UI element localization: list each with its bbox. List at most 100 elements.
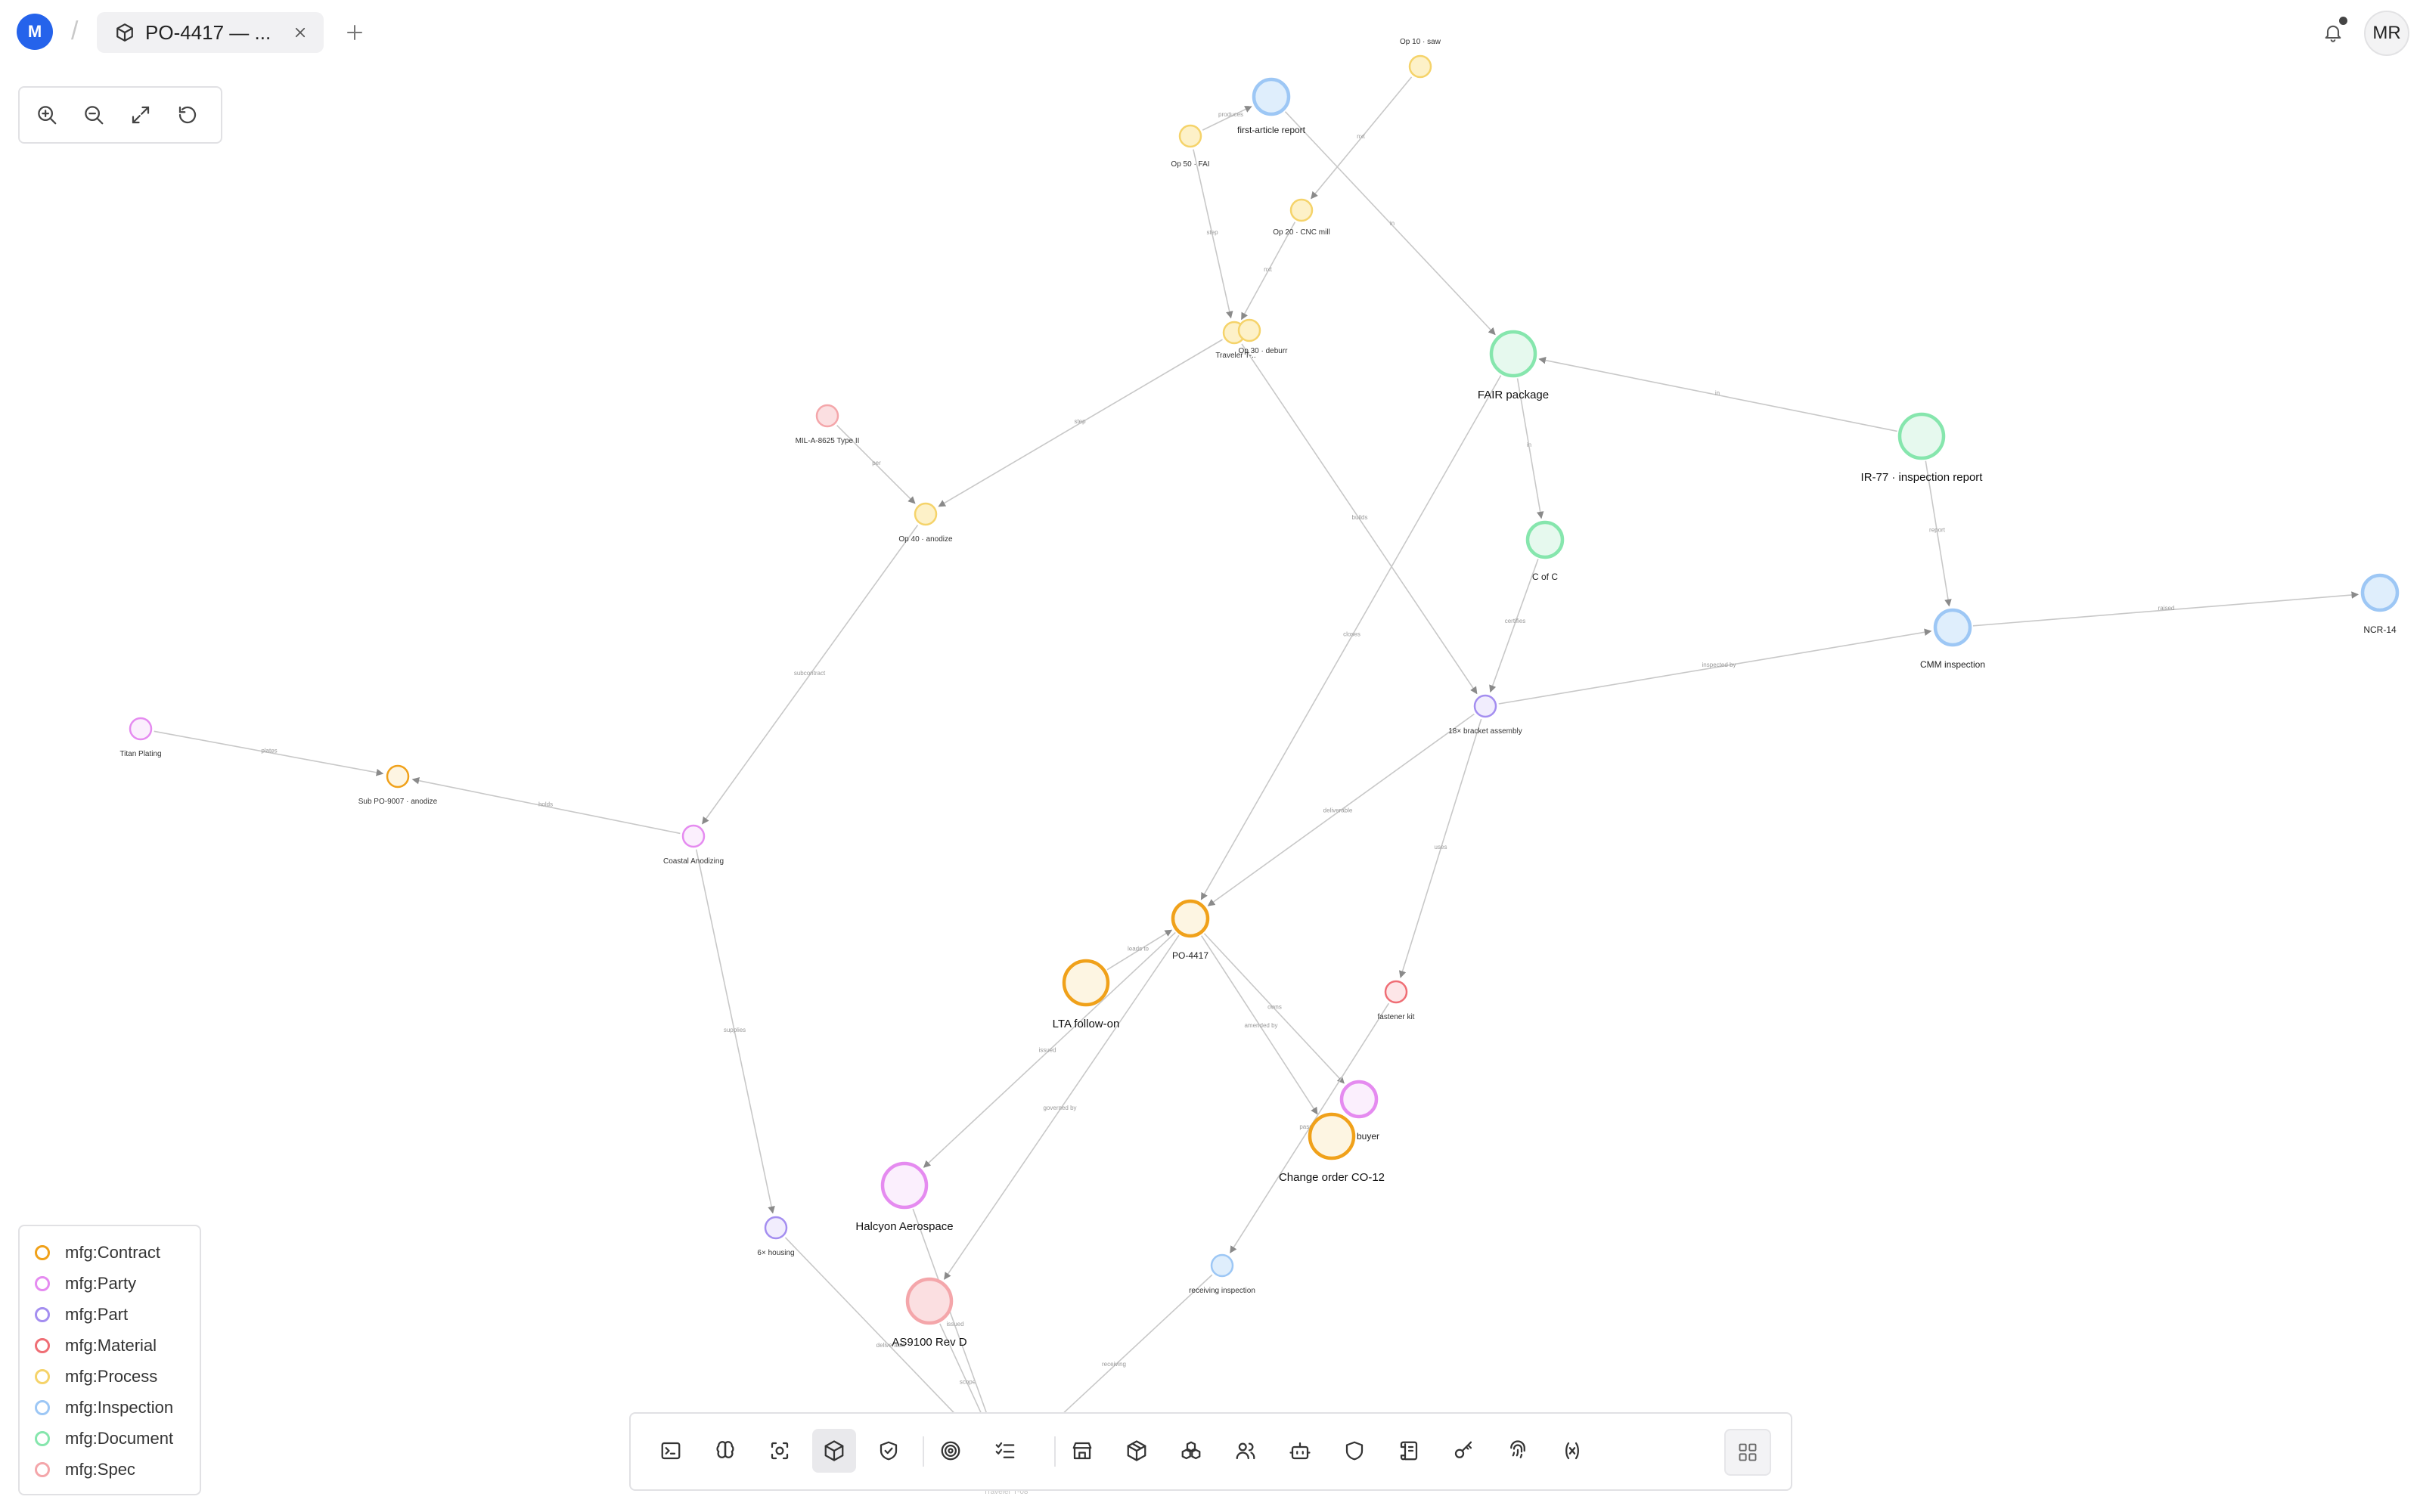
terminal-button[interactable] (649, 1429, 693, 1473)
node-op50[interactable]: Op 50 · FAI (1171, 124, 1210, 169)
node-op40[interactable]: Op 40 · anodize (898, 502, 953, 544)
node-lta[interactable]: LTA follow-on (1053, 959, 1120, 1030)
scroll-button[interactable] (1387, 1429, 1431, 1473)
legend-item-spec[interactable]: mfg:Spec (20, 1454, 200, 1485)
node-label: LTA follow-on (1053, 1018, 1120, 1030)
node-circle[interactable] (1210, 1253, 1234, 1278)
node-circle[interactable] (1933, 608, 1972, 647)
node-circle[interactable] (1308, 1112, 1356, 1160)
users-button[interactable] (1224, 1429, 1267, 1473)
node-circle[interactable] (1525, 520, 1565, 559)
reset-icon (178, 106, 197, 124)
cube-button[interactable] (812, 1429, 856, 1473)
scan-face-button[interactable] (758, 1429, 802, 1473)
close-icon[interactable] (290, 23, 310, 42)
new-tab-button[interactable] (339, 17, 371, 48)
node-ir77[interactable]: IR-77 · inspection report (1861, 412, 1984, 484)
edge-cofc-bracket[interactable] (1489, 559, 1539, 693)
node-circle[interactable] (681, 824, 706, 848)
fingerprint-button[interactable] (1496, 1429, 1540, 1473)
node-circle[interactable] (386, 764, 410, 789)
node-label: Change order CO-12 (1279, 1171, 1385, 1184)
node-halcyon[interactable]: Halcyon Aerospace (855, 1161, 954, 1233)
node-receiving[interactable]: receiving inspection (1189, 1253, 1255, 1295)
edge-label: step (1206, 229, 1218, 236)
node-fair[interactable]: FAIR package (1478, 330, 1549, 401)
node-po4417[interactable]: PO-4417 (1171, 899, 1210, 961)
brain-button[interactable] (703, 1429, 747, 1473)
target-button[interactable] (929, 1429, 973, 1473)
node-op30[interactable]: Op 30 · deburr (1237, 318, 1288, 355)
node-op20[interactable]: Op 20 · CNC mill (1273, 198, 1330, 237)
node-housing[interactable]: 6× housing (757, 1216, 795, 1257)
app-logo[interactable]: M (17, 14, 53, 50)
legend-item-contract[interactable]: mfg:Contract (20, 1237, 200, 1268)
variable-button[interactable] (1550, 1429, 1594, 1473)
legend-item-part[interactable]: mfg:Part (20, 1299, 200, 1330)
reset-view-button[interactable] (168, 95, 207, 135)
contract-swatch (35, 1244, 50, 1260)
edge-label: amended by (1244, 1022, 1277, 1029)
node-circle[interactable] (2360, 573, 2400, 612)
node-fastener[interactable]: fastener kit (1378, 980, 1415, 1021)
node-label: C of C (1532, 572, 1558, 582)
zoom-out-button[interactable] (74, 95, 113, 135)
node-circle[interactable] (1289, 198, 1314, 222)
fit-view-button[interactable] (121, 95, 160, 135)
legend-label: mfg:Part (65, 1304, 129, 1324)
node-circle[interactable] (1178, 124, 1202, 148)
node-circle[interactable] (1062, 959, 1110, 1007)
node-ncr14[interactable]: NCR-14 (2360, 573, 2400, 635)
node-milspec[interactable]: MIL-A-8625 Type II (796, 404, 860, 445)
shield-check-button[interactable] (867, 1429, 911, 1473)
zoom-in-button[interactable] (27, 95, 67, 135)
node-label: Titan Plating (119, 750, 161, 758)
node-circle[interactable] (1171, 899, 1210, 938)
checklist-button[interactable] (983, 1429, 1027, 1473)
node-circle[interactable] (815, 404, 839, 428)
package-button[interactable] (1115, 1429, 1159, 1473)
node-cofc[interactable]: C of C (1525, 520, 1565, 582)
legend-item-document[interactable]: mfg:Document (20, 1423, 200, 1454)
node-first_article[interactable]: first-article report (1237, 77, 1306, 135)
shield-button[interactable] (1333, 1429, 1376, 1473)
knowledge-graph-canvas[interactable]: produces in nxt nxt step step builds per subcont… (0, 0, 2420, 1512)
shield-icon (1345, 1441, 1364, 1461)
node-circle[interactable] (1252, 77, 1291, 116)
avatar[interactable]: MR (2364, 11, 2409, 56)
tab-po-4417[interactable]: PO-4417 — ... (97, 12, 324, 53)
node-circle[interactable] (905, 1277, 954, 1325)
store-button[interactable] (1060, 1429, 1104, 1473)
top-bar: M / PO-4417 — ... MR (0, 0, 2420, 65)
node-circle[interactable] (1339, 1080, 1379, 1119)
node-label: fastener kit (1378, 1013, 1415, 1021)
node-circle[interactable] (1897, 412, 1946, 460)
boxes-button[interactable] (1169, 1429, 1213, 1473)
node-titan[interactable]: Titan Plating (119, 717, 162, 758)
node-cmm[interactable]: CMM inspection (1920, 608, 1985, 670)
node-circle[interactable] (129, 717, 153, 741)
node-circle[interactable] (880, 1161, 929, 1210)
node-circle[interactable] (1237, 318, 1261, 342)
apps-grid-button[interactable] (1724, 1429, 1771, 1476)
legend-label: mfg:Contract (65, 1242, 160, 1262)
edge-label: step (1074, 418, 1086, 425)
node-circle[interactable] (914, 502, 938, 526)
node-label: 18× bracket assembly (1448, 727, 1522, 736)
legend-label: mfg:Material (65, 1335, 157, 1355)
legend-item-process[interactable]: mfg:Process (20, 1361, 200, 1392)
node-circle[interactable] (764, 1216, 788, 1240)
plus-icon (347, 25, 362, 40)
legend-item-party[interactable]: mfg:Party (20, 1268, 200, 1299)
bot-button[interactable] (1278, 1429, 1322, 1473)
key-button[interactable] (1441, 1429, 1485, 1473)
node-co12[interactable]: Change order CO-12 (1279, 1112, 1385, 1184)
legend-item-inspection[interactable]: mfg:Inspection (20, 1392, 200, 1423)
legend-item-material[interactable]: mfg:Material (20, 1330, 200, 1361)
edge-label: report (1929, 527, 1946, 534)
node-as9100[interactable]: AS9100 Rev D (892, 1277, 967, 1349)
node-circle[interactable] (1384, 980, 1408, 1004)
node-circle[interactable] (1489, 330, 1537, 378)
notification-dot (2339, 17, 2347, 25)
node-circle[interactable] (1473, 694, 1497, 718)
